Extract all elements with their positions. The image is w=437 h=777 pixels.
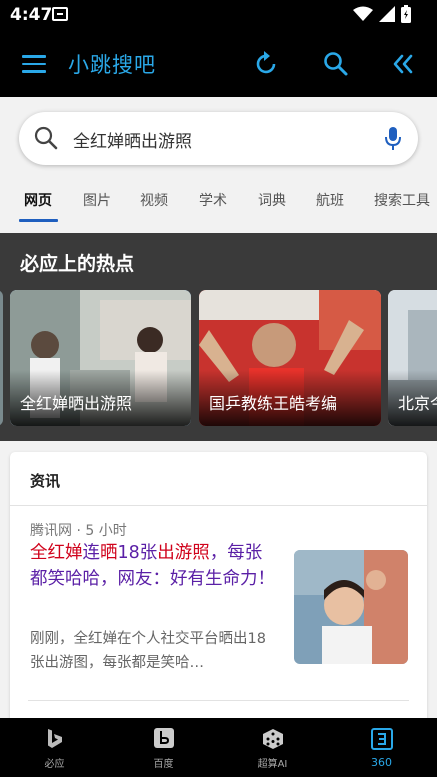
signal-icon: [379, 6, 395, 22]
active-tab-indicator: [19, 219, 58, 222]
battery-icon: [401, 5, 411, 23]
status-bar: 4:47: [0, 0, 437, 30]
double-chevron-left-icon[interactable]: [389, 50, 417, 78]
news-title-highlight: 全红婵: [30, 543, 83, 563]
search-icon: [34, 126, 58, 150]
tab-flights[interactable]: 航班: [316, 190, 344, 210]
nav-label: 必应: [44, 759, 65, 770]
nav-label: 百度: [153, 759, 174, 770]
tab-dictionary[interactable]: 词典: [258, 190, 286, 210]
news-source-time: 腾讯网 · 5 小时: [30, 523, 127, 539]
search-tabs: 网页 图片 视频 学术 词典 航班 搜索工具: [0, 184, 437, 224]
trending-title: 必应上的热点: [20, 253, 135, 275]
tab-academic[interactable]: 学术: [199, 190, 227, 210]
tab-search-tools[interactable]: 搜索工具: [374, 190, 430, 210]
trending-card-partial[interactable]: 北京今: [388, 290, 437, 426]
baidu-icon: [153, 728, 174, 748]
tab-videos[interactable]: 视频: [140, 190, 168, 210]
trending-card[interactable]: 国乒教练王皓考编: [199, 290, 381, 426]
trending-card-partial[interactable]: [0, 290, 3, 426]
news-title-highlight: 出游照: [157, 543, 210, 563]
nav-label: 超算AI: [257, 759, 288, 770]
news-header: 资讯: [30, 472, 61, 490]
tab-images[interactable]: 图片: [83, 190, 111, 210]
divider: [10, 505, 427, 506]
news-thumbnail-image: [294, 550, 408, 664]
trending-card-label: 全红婵晒出游照: [20, 394, 133, 413]
wifi-icon: [353, 6, 373, 21]
search-box[interactable]: 全红婵晒出游照: [19, 112, 418, 165]
status-icons: [353, 5, 411, 23]
tab-web[interactable]: 网页: [24, 190, 52, 210]
webview-content[interactable]: 全红婵晒出游照 网页 图片 视频 学术 词典 航班 搜索工具 必应上的热点 全红…: [0, 97, 437, 718]
bottom-navigation: 必应 百度 超算AI 360: [0, 718, 437, 777]
search-input[interactable]: 全红婵晒出游照: [73, 127, 192, 152]
app-bar: 小跳搜吧: [0, 30, 437, 97]
dice-icon: [262, 729, 283, 749]
nav-item-baidu[interactable]: 百度: [109, 718, 218, 777]
app-title: 小跳搜吧: [68, 53, 156, 77]
search-icon[interactable]: [322, 50, 350, 78]
trending-card-label: 北京今: [398, 394, 437, 413]
notification-app-icon: [52, 7, 68, 21]
nav-item-ai[interactable]: 超算AI: [218, 718, 327, 777]
nav-item-bing[interactable]: 必应: [0, 718, 109, 777]
bing-icon: [47, 729, 62, 748]
news-section: 资讯 腾讯网 · 5 小时 全红婵连晒18张出游照，每张都笑哈哈，网友：好有生命…: [10, 452, 427, 718]
news-thumbnail[interactable]: [294, 550, 408, 664]
nav-label: 360: [371, 756, 392, 769]
refresh-icon[interactable]: [253, 50, 281, 78]
trending-section: 必应上的热点 全红婵晒出游照 国乒教练王皓考编 北京: [0, 233, 437, 441]
menu-icon[interactable]: [22, 55, 46, 73]
divider: [28, 700, 409, 701]
trending-card[interactable]: 全红婵晒出游照: [10, 290, 191, 426]
news-snippet: 刚刚，全红婵在个人社交平台晒出18张出游图，每张都是笑哈…: [30, 631, 266, 671]
nav-item-360[interactable]: 360: [327, 718, 436, 777]
status-time: 4:47: [10, 5, 53, 25]
360-icon: [370, 728, 393, 750]
trending-card-label: 国乒教练王皓考编: [209, 394, 338, 413]
news-title-highlight: 晒: [100, 543, 118, 563]
news-title-link[interactable]: 全红婵连晒18张出游照，每张都笑哈哈，网友：好有生命力！: [30, 540, 275, 592]
news-title-text: 18张: [117, 543, 158, 563]
microphone-icon[interactable]: [384, 126, 402, 152]
news-title-text: 连: [82, 543, 101, 563]
